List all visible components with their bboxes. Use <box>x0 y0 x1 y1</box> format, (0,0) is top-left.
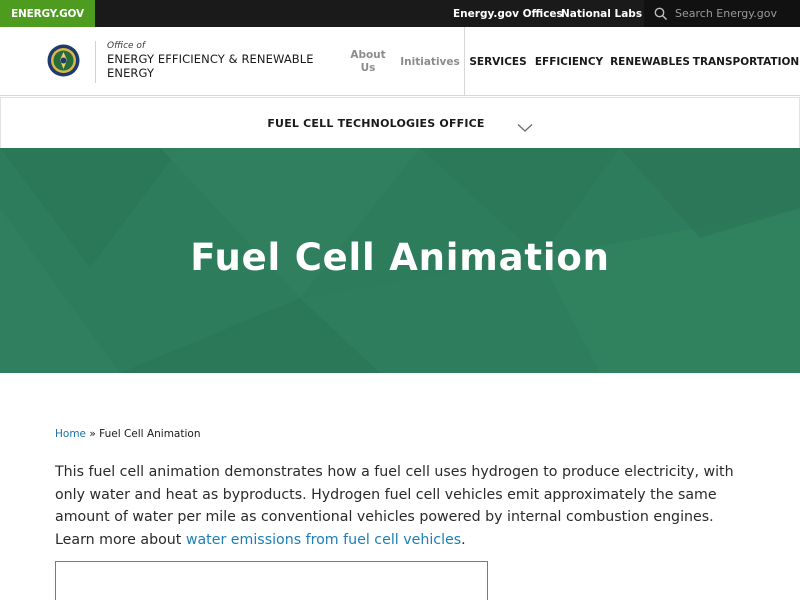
search-box <box>644 0 800 27</box>
doe-seal-icon[interactable] <box>47 44 80 77</box>
search-icon[interactable] <box>654 7 668 21</box>
intro-paragraph: This fuel cell animation demonstrates ho… <box>55 461 755 551</box>
office-subnav[interactable]: FUEL CELL TECHNOLOGIES OFFICE <box>0 97 800 148</box>
nav-about-us[interactable]: About Us <box>349 27 387 96</box>
office-of-label: Office of <box>107 41 146 51</box>
animation-embed-frame[interactable] <box>55 561 488 600</box>
nav-transportation[interactable]: TRANSPORTATION <box>693 27 799 96</box>
nav-divider <box>464 27 465 96</box>
energy-gov-brand-link[interactable]: ENERGY.GOV <box>0 0 95 27</box>
breadcrumb-separator: » <box>89 428 96 440</box>
site-header: Office of ENERGY EFFICIENCY & RENEWABLE … <box>0 27 800 96</box>
intro-end: . <box>461 531 466 548</box>
subnav-left-border <box>0 97 1 148</box>
energy-gov-offices-link[interactable]: Energy.gov Offices <box>453 0 563 27</box>
chevron-down-icon[interactable] <box>517 118 533 132</box>
page-title: Fuel Cell Animation <box>190 236 610 279</box>
breadcrumb: Home » Fuel Cell Animation <box>55 428 200 440</box>
breadcrumb-current: Fuel Cell Animation <box>99 428 201 440</box>
hero-banner: Fuel Cell Animation <box>0 148 800 373</box>
search-input[interactable] <box>675 7 795 20</box>
national-labs-link[interactable]: National Labs <box>561 0 642 27</box>
breadcrumb-home-link[interactable]: Home <box>55 428 86 440</box>
nav-services[interactable]: SERVICES <box>469 27 526 96</box>
nav-efficiency[interactable]: EFFICIENCY <box>535 27 603 96</box>
water-emissions-link[interactable]: water emissions from fuel cell vehicles <box>186 532 461 548</box>
nav-renewables[interactable]: RENEWABLES <box>610 27 690 96</box>
site-title[interactable]: Office of ENERGY EFFICIENCY & RENEWABLE … <box>95 41 322 83</box>
site-name: ENERGY EFFICIENCY & RENEWABLE ENERGY <box>107 52 314 80</box>
top-bar: ENERGY.GOV Energy.gov Offices National L… <box>0 0 800 27</box>
subnav-title: FUEL CELL TECHNOLOGIES OFFICE <box>267 116 485 130</box>
nav-initiatives[interactable]: Initiatives <box>400 27 460 96</box>
